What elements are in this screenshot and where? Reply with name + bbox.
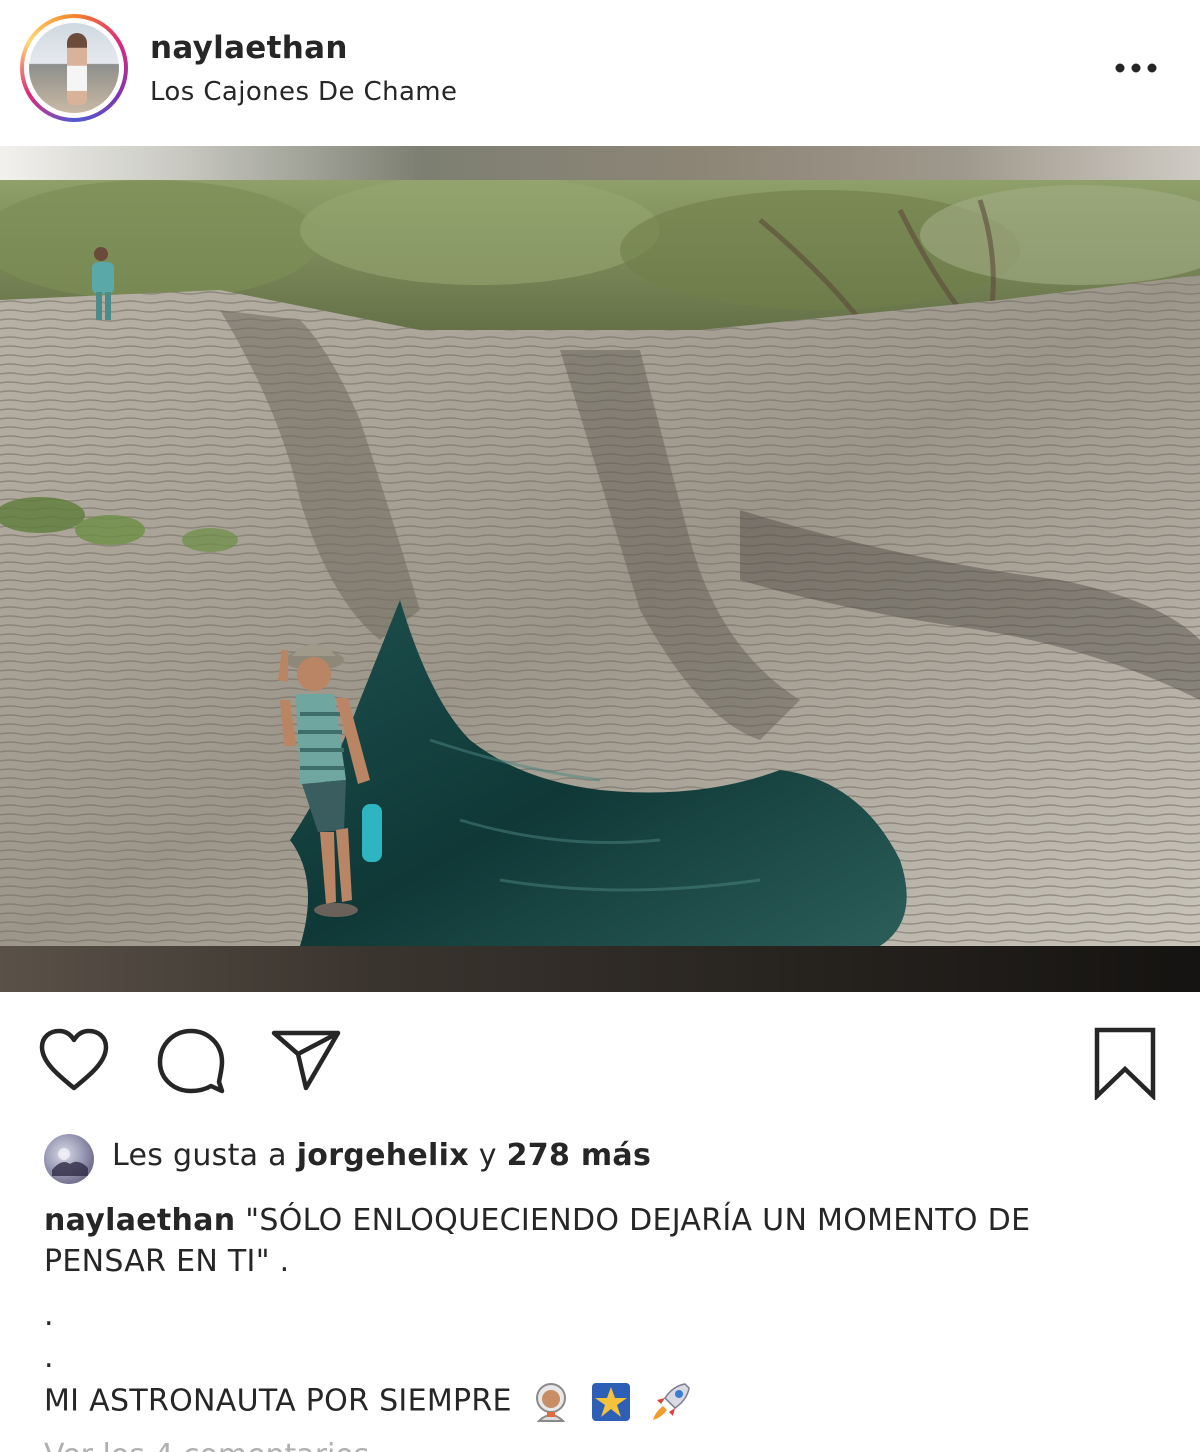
likes-prefix: Les gusta a xyxy=(112,1138,287,1173)
likes-summary[interactable]: Les gusta a jorgehelix y 278 más xyxy=(112,1138,651,1173)
post-location[interactable]: Los Cajones De Chame xyxy=(150,77,457,107)
photo-blur-band-bottom xyxy=(0,946,1200,992)
heart-icon[interactable] xyxy=(38,1028,110,1092)
post-image[interactable] xyxy=(0,146,1200,992)
canyon-photo xyxy=(0,180,1200,946)
rocket-emoji-icon xyxy=(653,1383,691,1420)
avatar-photo xyxy=(29,23,119,113)
astronaut-emoji-icon xyxy=(535,1383,566,1422)
post-username[interactable]: naylaethan xyxy=(150,30,348,66)
liker-avatar[interactable] xyxy=(44,1134,94,1184)
more-options-icon[interactable] xyxy=(1112,58,1160,78)
post-header: naylaethan Los Cajones De Chame xyxy=(0,0,1200,146)
likes-count[interactable]: 278 más xyxy=(507,1138,652,1173)
post-caption: naylaethan "SÓLO ENLOQUECIENDO DEJARÍA U… xyxy=(44,1200,1154,1282)
instagram-post: naylaethan Los Cajones De Chame Les gust… xyxy=(0,0,1200,1452)
caption-line-2-text: MI ASTRONAUTA POR SIEMPRE xyxy=(44,1383,512,1419)
view-comments-link[interactable]: Ver los 4 comentarios xyxy=(44,1436,369,1452)
profile-avatar[interactable] xyxy=(20,14,128,122)
bookmark-icon[interactable] xyxy=(1092,1026,1158,1100)
action-bar xyxy=(0,1020,1200,1110)
caption-dot-2: . xyxy=(44,1340,54,1375)
star-emoji-icon xyxy=(591,1383,630,1421)
likes-joiner: y xyxy=(478,1138,497,1173)
send-icon[interactable] xyxy=(270,1028,342,1092)
comment-icon[interactable] xyxy=(156,1028,226,1094)
caption-line-2: MI ASTRONAUTA POR SIEMPRE xyxy=(44,1380,693,1424)
photo-blur-band-top xyxy=(0,146,1200,180)
caption-dot-1: . xyxy=(44,1298,54,1333)
caption-username[interactable]: naylaethan xyxy=(44,1203,235,1238)
likes-user[interactable]: jorgehelix xyxy=(297,1138,469,1173)
